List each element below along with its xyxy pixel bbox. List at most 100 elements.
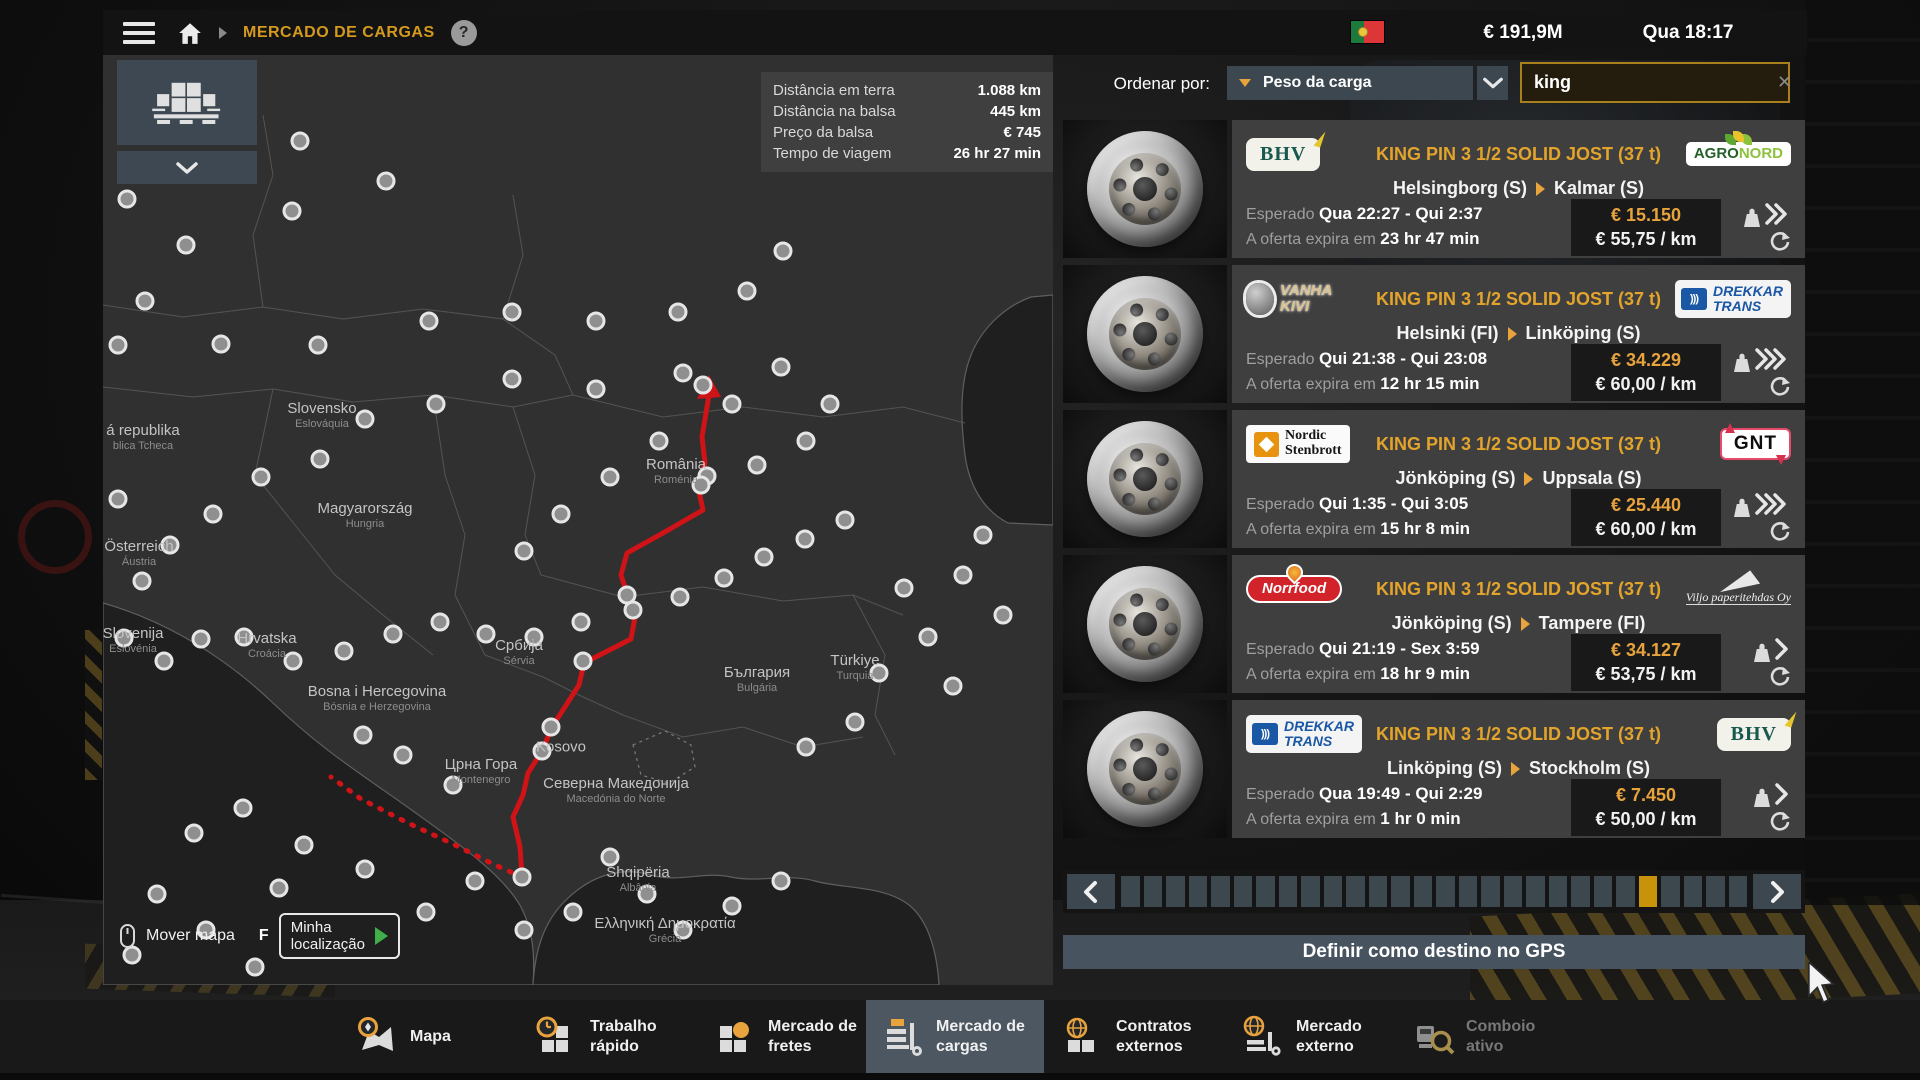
help-button[interactable]: ? [451, 20, 477, 46]
city-dot[interactable] [467, 873, 483, 889]
set-gps-destination-button[interactable]: Definir como destino no GPS [1063, 935, 1805, 969]
city-dot[interactable] [186, 825, 202, 841]
city-dot[interactable] [602, 469, 618, 485]
city-dot[interactable] [514, 869, 530, 885]
city-dot[interactable] [310, 337, 326, 353]
city-dot[interactable] [395, 747, 411, 763]
page-tick[interactable] [1211, 876, 1230, 907]
city-dot[interactable] [285, 653, 301, 669]
nav-item-mapa[interactable]: Mapa [340, 1000, 518, 1073]
city-dot[interactable] [357, 861, 373, 877]
page-tick[interactable] [1144, 876, 1163, 907]
next-page-button[interactable] [1753, 874, 1801, 909]
city-dot[interactable] [235, 800, 251, 816]
city-dot[interactable] [672, 589, 688, 605]
city-dot[interactable] [773, 359, 789, 375]
cargo-offer-row[interactable]: Norrfood KING PIN 3 1/2 SOLID JOST (37 t… [1063, 555, 1805, 693]
cargo-offer-row[interactable]: VANHAKIVI KING PIN 3 1/2 SOLID JOST (37 … [1063, 265, 1805, 403]
city-dot[interactable] [693, 477, 709, 493]
city-dot[interactable] [871, 665, 887, 681]
city-dot[interactable] [421, 313, 437, 329]
clear-search-icon[interactable]: ✕ [1777, 72, 1792, 93]
city-dot[interactable] [588, 381, 604, 397]
city-dot[interactable] [247, 959, 263, 975]
city-dot[interactable] [775, 243, 791, 259]
city-dot[interactable] [639, 886, 655, 902]
page-tick[interactable] [1324, 876, 1343, 907]
city-dot[interactable] [553, 506, 569, 522]
city-dot[interactable] [896, 580, 912, 596]
cargo-offer-row[interactable]: BHV KING PIN 3 1/2 SOLID JOST (37 t) AGR… [1063, 120, 1805, 258]
city-dot[interactable] [602, 849, 618, 865]
page-tick[interactable] [1616, 876, 1635, 907]
city-dot[interactable] [156, 653, 172, 669]
nav-item-contratos-externos[interactable]: Contratosexternos [1046, 1000, 1224, 1073]
city-dot[interactable] [116, 630, 132, 646]
page-tick[interactable] [1189, 876, 1208, 907]
city-dot[interactable] [516, 543, 532, 559]
city-dot[interactable] [670, 304, 686, 320]
city-dot[interactable] [837, 512, 853, 528]
city-dot[interactable] [822, 396, 838, 412]
city-dot[interactable] [798, 739, 814, 755]
city-dot[interactable] [134, 573, 150, 589]
city-dot[interactable] [378, 173, 394, 189]
city-dot[interactable] [675, 922, 691, 938]
city-dot[interactable] [955, 567, 971, 583]
page-tick[interactable] [1436, 876, 1455, 907]
city-dot[interactable] [516, 922, 532, 938]
city-dot[interactable] [975, 527, 991, 543]
city-dot[interactable] [110, 491, 126, 507]
cargo-type-button[interactable] [117, 60, 257, 145]
collapse-button[interactable] [117, 151, 257, 184]
city-dot[interactable] [739, 283, 755, 299]
city-dot[interactable] [534, 743, 550, 759]
city-dot[interactable] [695, 377, 711, 393]
page-tick[interactable] [1684, 876, 1703, 907]
city-dot[interactable] [565, 904, 581, 920]
city-dot[interactable] [296, 837, 312, 853]
page-tick[interactable] [1234, 876, 1253, 907]
page-tick[interactable] [1481, 876, 1500, 907]
sort-expand-button[interactable] [1477, 66, 1508, 100]
city-dot[interactable] [995, 607, 1011, 623]
city-dot[interactable] [651, 433, 667, 449]
city-dot[interactable] [526, 629, 542, 645]
city-dot[interactable] [205, 506, 221, 522]
city-dot[interactable] [773, 873, 789, 889]
city-dot[interactable] [504, 304, 520, 320]
city-dot[interactable] [920, 629, 936, 645]
menu-icon[interactable] [123, 22, 155, 44]
city-dot[interactable] [385, 626, 401, 642]
city-dot[interactable] [162, 537, 178, 553]
city-dot[interactable] [213, 336, 229, 352]
city-dot[interactable] [847, 714, 863, 730]
nav-item-mercado-de-cargas[interactable]: Mercado decargas [866, 1000, 1044, 1073]
city-dot[interactable] [749, 457, 765, 473]
page-tick[interactable] [1256, 876, 1275, 907]
page-tick[interactable] [1166, 876, 1185, 907]
page-tick[interactable] [1571, 876, 1590, 907]
city-dot[interactable] [193, 631, 209, 647]
page-tick[interactable] [1549, 876, 1568, 907]
city-dot[interactable] [504, 371, 520, 387]
city-dot[interactable] [428, 396, 444, 412]
search-box[interactable]: ✕ [1520, 62, 1790, 103]
city-dot[interactable] [575, 653, 591, 669]
city-dot[interactable] [418, 904, 434, 920]
cargo-offer-row[interactable]: NordicStenbrott KING PIN 3 1/2 SOLID JOS… [1063, 410, 1805, 548]
city-dot[interactable] [284, 203, 300, 219]
route-map-panel[interactable]: á republikablica TchecaSlovenskoEslováqu… [103, 55, 1053, 985]
page-tick[interactable] [1594, 876, 1613, 907]
page-tick[interactable] [1414, 876, 1433, 907]
city-dot[interactable] [724, 396, 740, 412]
page-tick[interactable] [1301, 876, 1320, 907]
city-dot[interactable] [724, 898, 740, 914]
page-tick[interactable] [1706, 876, 1725, 907]
city-dot[interactable] [445, 777, 461, 793]
city-dot[interactable] [253, 469, 269, 485]
city-dot[interactable] [292, 133, 308, 149]
page-tick[interactable] [1369, 876, 1388, 907]
city-dot[interactable] [137, 293, 153, 309]
city-dot[interactable] [336, 643, 352, 659]
